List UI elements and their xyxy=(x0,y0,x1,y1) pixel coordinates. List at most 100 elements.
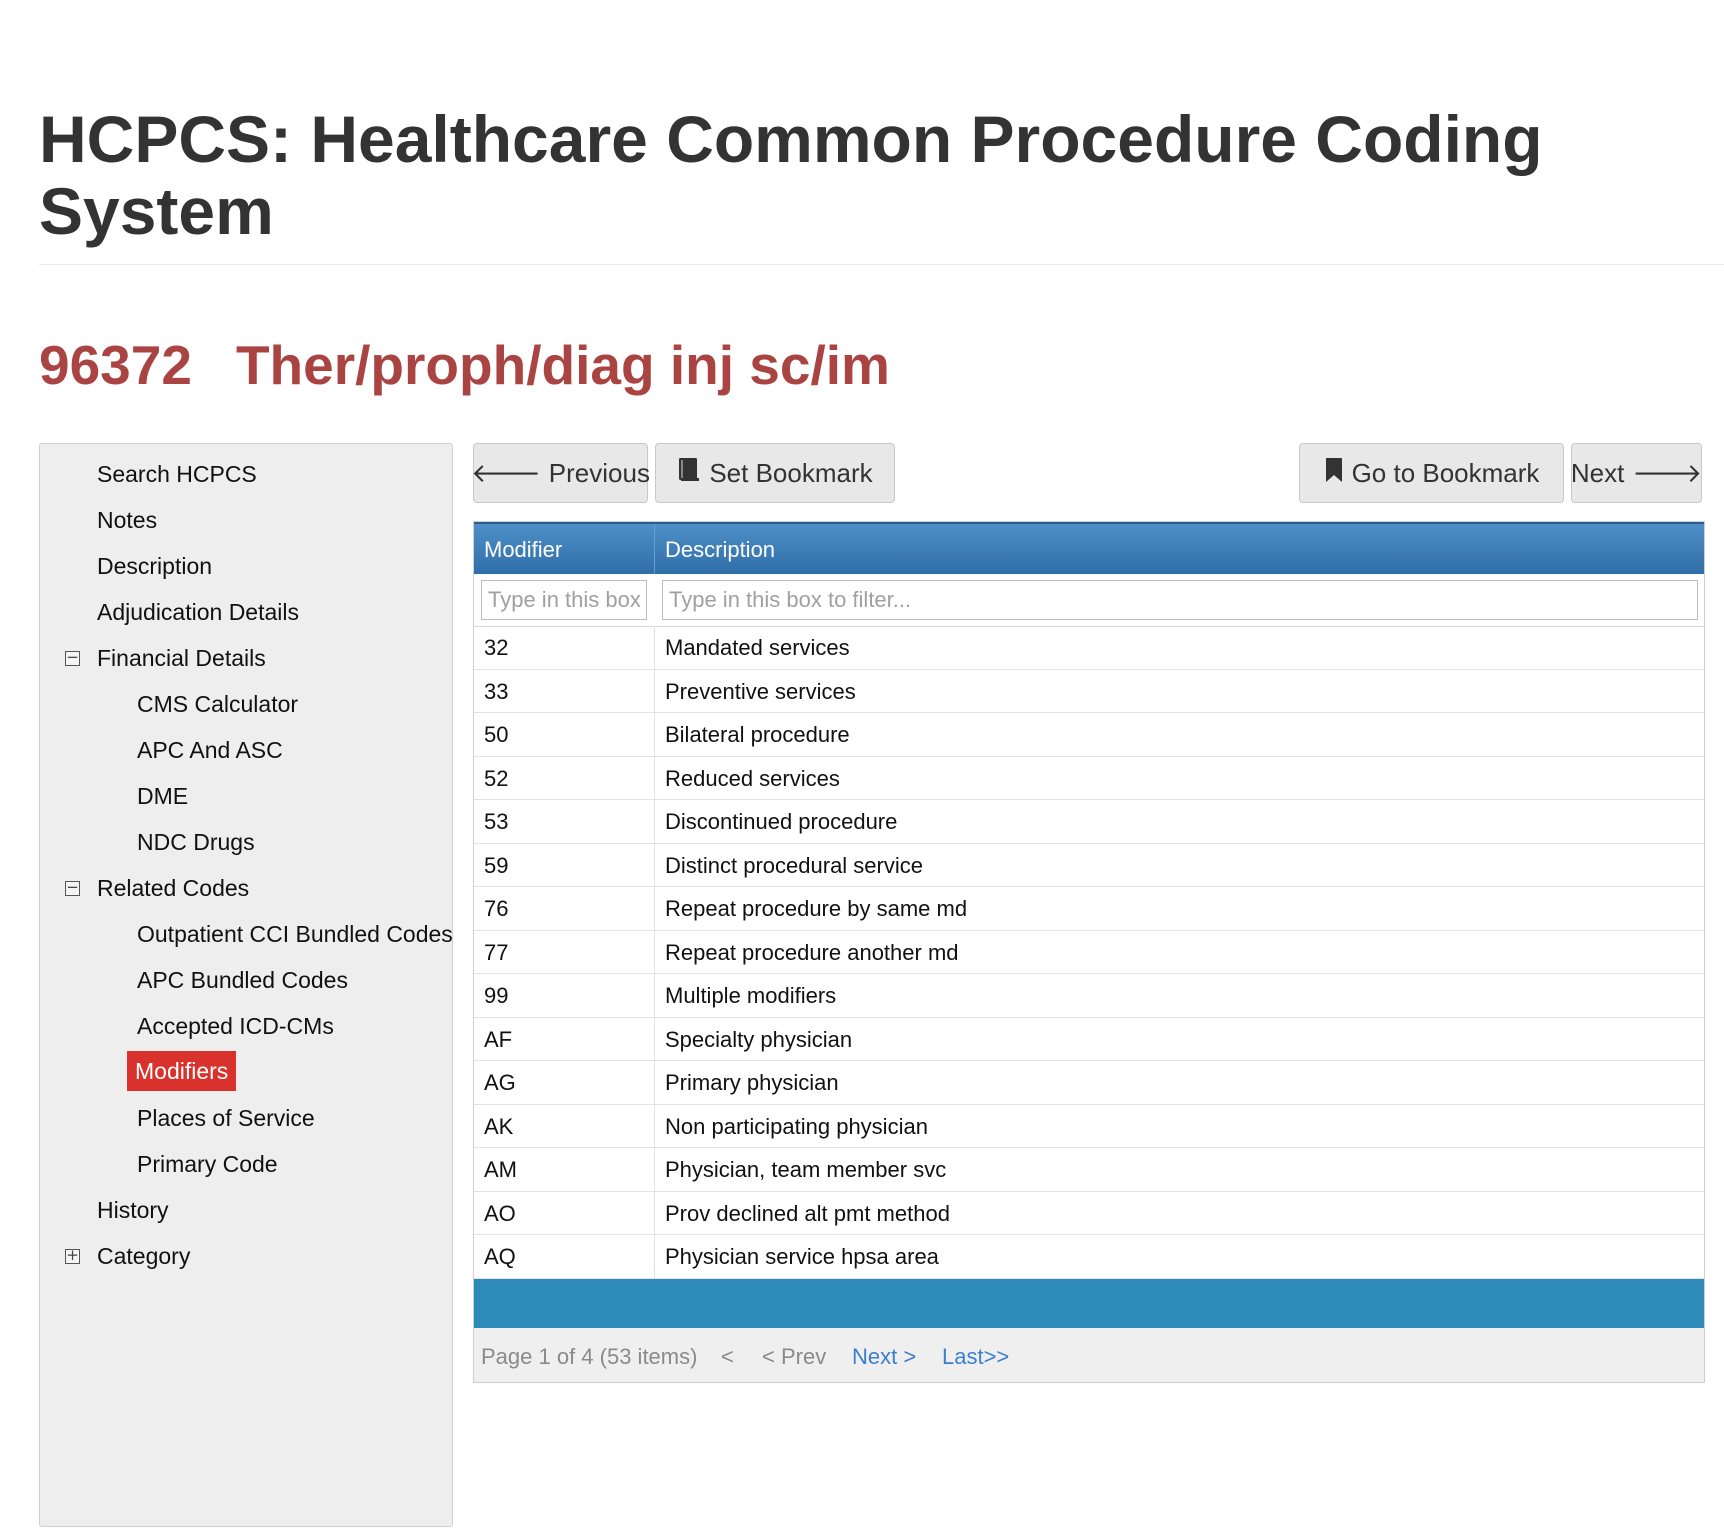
pager-status: Page 1 of 4 (53 items) xyxy=(481,1344,698,1369)
table-row[interactable]: 33 Preventive services xyxy=(474,669,1704,713)
header-divider xyxy=(654,524,655,576)
pager-prev-button[interactable]: < Prev xyxy=(762,1344,826,1370)
table-row[interactable]: 53 Discontinued procedure xyxy=(474,800,1704,844)
description-cell: Physician, team member svc xyxy=(665,1157,947,1182)
table-row[interactable]: AF Specialty physician xyxy=(474,1017,1704,1061)
modifier-cell: AG xyxy=(484,1070,516,1095)
description-filter-input[interactable] xyxy=(662,580,1698,620)
sidebar-item-search-hcpcs[interactable]: Search HCPCS xyxy=(97,459,257,489)
description-cell: Discontinued procedure xyxy=(665,809,898,834)
modifier-cell: 52 xyxy=(484,765,509,791)
table-row[interactable]: AM Physician, team member svc xyxy=(474,1148,1704,1192)
collapse-financial-details-icon[interactable]: − xyxy=(65,650,80,666)
description-cell: Bilateral procedure xyxy=(665,722,850,747)
column-header-description[interactable]: Description xyxy=(665,537,775,563)
table-row[interactable]: 32 Mandated services xyxy=(474,626,1704,670)
code-number: 96372 xyxy=(39,334,192,396)
arrow-right-icon: 🡒 xyxy=(1632,458,1703,489)
modifier-cell: 33 xyxy=(484,678,509,704)
go-to-bookmark-button[interactable]: Go to Bookmark xyxy=(1299,443,1564,503)
description-cell: Preventive services xyxy=(665,678,856,704)
description-cell: Repeat procedure another md xyxy=(665,939,959,965)
sidebar-item-category[interactable]: Category xyxy=(97,1241,190,1271)
description-cell: Mandated services xyxy=(665,635,850,660)
column-header-modifier[interactable]: Modifier xyxy=(484,537,562,563)
sidebar-item-dme[interactable]: DME xyxy=(137,781,188,811)
sidebar-item-ndc-drugs[interactable]: NDC Drugs xyxy=(137,827,255,857)
table-row[interactable]: AO Prov declined alt pmt method xyxy=(474,1191,1704,1235)
table-row[interactable]: 59 Distinct procedural service xyxy=(474,843,1704,887)
table-row[interactable]: AK Non participating physician xyxy=(474,1104,1704,1148)
description-cell: Distinct procedural service xyxy=(665,852,923,878)
sidebar-item-outpatient-cci-bundled-codes[interactable]: Outpatient CCI Bundled Codes xyxy=(137,919,453,949)
description-cell: Multiple modifiers xyxy=(665,983,837,1008)
description-cell: Repeat procedure by same md xyxy=(665,896,968,921)
modifier-cell: AK xyxy=(484,1113,514,1139)
pager-first-button[interactable]: < xyxy=(721,1344,734,1370)
description-cell: Non participating physician xyxy=(665,1113,928,1139)
set-bookmark-button[interactable]: Set Bookmark xyxy=(655,443,895,503)
modifier-cell: 53 xyxy=(484,809,509,834)
grid-header: Modifier Description xyxy=(474,522,1704,576)
page-title: HCPCS: Healthcare Common Procedure Codin… xyxy=(39,102,1543,248)
set-bookmark-label: Set Bookmark xyxy=(709,457,873,488)
modifier-filter-input[interactable] xyxy=(481,580,647,620)
description-cell: Specialty physician xyxy=(665,1026,853,1052)
modifier-cell: 50 xyxy=(484,722,509,747)
filter-row xyxy=(474,574,1704,627)
next-label: Next xyxy=(1570,457,1625,488)
modifier-cell: AQ xyxy=(484,1244,516,1269)
modifiers-grid: Modifier Description 32 Mandated services… xyxy=(473,521,1705,1383)
grid-footer-bar xyxy=(474,1279,1704,1328)
bookmark-icon xyxy=(1324,457,1344,490)
sidebar-item-places-of-service[interactable]: Places of Service xyxy=(137,1103,315,1133)
sidebar-item-history[interactable]: History xyxy=(97,1195,169,1225)
sidebar-item-accepted-icd-cms[interactable]: Accepted ICD-CMs xyxy=(137,1011,334,1041)
previous-label: Previous xyxy=(548,457,650,488)
title-divider xyxy=(39,264,1724,265)
arrow-left-icon: 🡐 xyxy=(471,458,541,489)
sidebar-item-notes[interactable]: Notes xyxy=(97,505,157,535)
collapse-related-codes-icon[interactable]: − xyxy=(65,880,80,896)
description-cell: Reduced services xyxy=(665,765,840,791)
sidebar-item-related-codes[interactable]: Related Codes xyxy=(97,873,249,903)
table-row[interactable]: 99 Multiple modifiers xyxy=(474,974,1704,1018)
table-row[interactable]: 77 Repeat procedure another md xyxy=(474,930,1704,974)
modifier-cell: AO xyxy=(484,1200,516,1226)
sidebar-item-apc-and-asc[interactable]: APC And ASC xyxy=(137,735,283,765)
modifier-cell: 59 xyxy=(484,852,509,878)
modifier-cell: 99 xyxy=(484,983,509,1008)
modifier-cell: 32 xyxy=(484,635,509,660)
next-button[interactable]: Next 🡒 xyxy=(1571,443,1702,503)
code-description: Ther/proph/diag inj sc/im xyxy=(235,334,890,396)
pager-last-button[interactable]: Last>> xyxy=(942,1344,1009,1370)
grid-rows: 32 Mandated services 33 Preventive service… xyxy=(474,626,1704,1279)
sidebar-item-adjudication-details[interactable]: Adjudication Details xyxy=(97,597,299,627)
modifier-cell: 77 xyxy=(484,939,509,965)
description-cell: Primary physician xyxy=(665,1070,839,1095)
code-heading: 96372 Ther/proph/diag inj sc/im xyxy=(39,332,890,398)
pager: Page 1 of 4 (53 items) < < Prev Next > L… xyxy=(474,1328,1704,1382)
pager-next-button[interactable]: Next > xyxy=(852,1344,916,1370)
modifier-cell: 76 xyxy=(484,896,509,921)
table-row[interactable]: 76 Repeat procedure by same md xyxy=(474,887,1704,931)
sidebar-nav: Search HCPCS Notes Description Adjudicat… xyxy=(39,443,453,1527)
description-cell: Physician service hpsa area xyxy=(665,1244,939,1269)
sidebar-item-apc-bundled-codes[interactable]: APC Bundled Codes xyxy=(137,965,348,995)
table-row[interactable]: AG Primary physician xyxy=(474,1061,1704,1105)
sidebar-item-modifiers[interactable]: Modifiers xyxy=(127,1051,237,1091)
sidebar-item-financial-details[interactable]: Financial Details xyxy=(97,643,266,673)
sidebar-item-cms-calculator[interactable]: CMS Calculator xyxy=(137,689,298,719)
sidebar-item-primary-code[interactable]: Primary Code xyxy=(137,1149,278,1179)
table-row[interactable]: 50 Bilateral procedure xyxy=(474,713,1704,757)
book-icon xyxy=(677,457,701,490)
previous-button[interactable]: 🡐 Previous xyxy=(471,443,650,503)
expand-category-icon[interactable]: + xyxy=(65,1248,80,1264)
description-cell: Prov declined alt pmt method xyxy=(665,1200,950,1226)
table-row[interactable]: AQ Physician service hpsa area xyxy=(474,1235,1704,1279)
sidebar-item-description[interactable]: Description xyxy=(97,551,212,581)
modifier-cell: AF xyxy=(484,1026,513,1052)
table-row[interactable]: 52 Reduced services xyxy=(474,756,1704,800)
go-to-bookmark-label: Go to Bookmark xyxy=(1351,457,1540,488)
modifier-cell: AM xyxy=(484,1157,517,1182)
